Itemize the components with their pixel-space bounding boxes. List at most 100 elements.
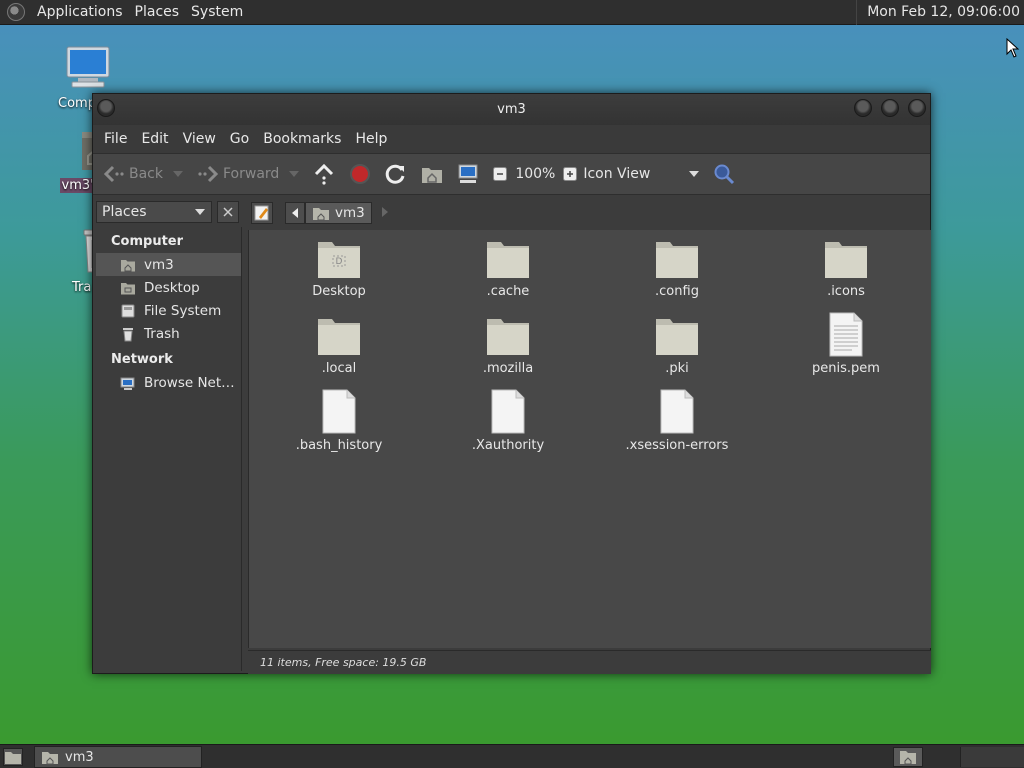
- computer-icon: [458, 164, 478, 183]
- folder-icon: [487, 242, 529, 278]
- svg-text:D: D: [336, 257, 343, 267]
- chevron-left-icon: [292, 208, 298, 218]
- zoom-level[interactable]: 100%: [515, 166, 555, 182]
- titlebar[interactable]: vm3: [93, 94, 930, 125]
- up-button[interactable]: [313, 163, 335, 185]
- network-icon: [120, 377, 135, 390]
- chevron-down-icon[interactable]: [173, 171, 183, 177]
- file-item[interactable]: .icons: [776, 238, 916, 299]
- sidebar-item-label: Desktop: [144, 279, 200, 296]
- view-mode-select[interactable]: Icon View: [583, 166, 700, 182]
- back-button[interactable]: Back: [103, 165, 183, 183]
- sidebar-item-desktop[interactable]: Desktop: [96, 276, 241, 299]
- file-manager-window: vm3 File Edit View Go Bookmarks Help Bac…: [92, 93, 931, 674]
- menubar: File Edit View Go Bookmarks Help: [93, 125, 930, 153]
- file-item[interactable]: .Xauthority: [438, 389, 578, 453]
- file-item[interactable]: .config: [607, 238, 747, 299]
- menu-bookmarks[interactable]: Bookmarks: [256, 131, 348, 147]
- file-item[interactable]: penis.pem: [776, 312, 916, 376]
- edit-location-button[interactable]: [251, 202, 273, 224]
- distro-logo-icon[interactable]: [7, 3, 25, 21]
- mouse-cursor-icon: [1006, 38, 1020, 58]
- chevron-down-icon[interactable]: [289, 171, 300, 177]
- stop-icon: [350, 164, 371, 184]
- taskbar-item-vm3[interactable]: vm3: [34, 746, 202, 768]
- file-item[interactable]: .mozilla: [438, 315, 578, 376]
- forward-button[interactable]: Forward: [197, 165, 300, 183]
- file-icon: [491, 389, 525, 434]
- file-item[interactable]: .cache: [438, 238, 578, 299]
- file-icon: [322, 389, 356, 434]
- sidebar-item-browse-network[interactable]: Browse Net…: [96, 371, 241, 394]
- home-button[interactable]: [421, 164, 443, 184]
- view-mode-label: Icon View: [583, 166, 651, 182]
- file-item[interactable]: .xsession-errors: [607, 389, 747, 453]
- menu-edit[interactable]: Edit: [134, 131, 175, 147]
- file-view[interactable]: D Desktop .cache .config .icons .local .…: [248, 230, 931, 648]
- minimize-button[interactable]: [854, 99, 872, 117]
- sidebar-section-network: Network: [111, 352, 173, 367]
- close-button[interactable]: [908, 99, 926, 117]
- desktop-icon: [121, 282, 135, 294]
- workspace-1[interactable]: [893, 747, 923, 767]
- menu-go[interactable]: Go: [223, 131, 256, 147]
- places-menu[interactable]: Places: [129, 4, 186, 20]
- path-scroll-right-button[interactable]: [381, 206, 388, 220]
- workspace-2[interactable]: [960, 747, 1024, 767]
- maximize-button[interactable]: [881, 99, 899, 117]
- arrow-right-icon: [198, 165, 219, 183]
- sidebar-item-label: vm3: [144, 256, 174, 273]
- desktop-icon: [5, 752, 21, 764]
- search-icon: [714, 164, 735, 185]
- sidebar: Computer vm3 Desktop File System Trash N…: [96, 227, 242, 671]
- sidebar-item-trash[interactable]: Trash: [96, 322, 241, 345]
- folder-icon: [487, 319, 529, 355]
- file-item[interactable]: .pki: [607, 315, 747, 376]
- home-folder-icon: [900, 751, 916, 765]
- window-menu-button[interactable]: [97, 99, 115, 117]
- sidebar-section-computer: Computer: [111, 234, 184, 249]
- pencil-icon: [254, 205, 269, 221]
- chevron-down-icon: [689, 171, 700, 177]
- computer-button[interactable]: [457, 164, 479, 184]
- applications-menu[interactable]: Applications: [31, 4, 129, 20]
- folder-icon: [656, 242, 698, 278]
- home-icon: [121, 259, 135, 271]
- reload-icon: [386, 164, 405, 184]
- system-menu[interactable]: System: [185, 4, 249, 20]
- path-crumb-vm3[interactable]: vm3: [305, 202, 372, 224]
- menu-view[interactable]: View: [176, 131, 223, 147]
- path-scroll-left-button[interactable]: [285, 202, 305, 224]
- chevron-down-icon: [195, 209, 205, 215]
- arrow-up-icon: [315, 163, 334, 185]
- close-icon: [223, 207, 233, 217]
- file-item[interactable]: .local: [269, 315, 409, 376]
- chevron-right-icon: [381, 207, 388, 217]
- menu-help[interactable]: Help: [348, 131, 394, 147]
- reload-button[interactable]: [385, 163, 407, 185]
- show-desktop-button[interactable]: [3, 748, 23, 766]
- top-menu: Applications Places System: [0, 0, 249, 25]
- menu-file[interactable]: File: [97, 131, 134, 147]
- search-button[interactable]: [713, 163, 735, 185]
- stop-button[interactable]: [349, 163, 371, 185]
- zoom-out-button[interactable]: [493, 167, 508, 181]
- sidebar-header: Places: [96, 198, 241, 224]
- file-name: .cache: [486, 284, 530, 299]
- sidebar-item-file-system[interactable]: File System: [96, 299, 241, 322]
- zoom-in-button[interactable]: [563, 167, 578, 181]
- window-title: vm3: [497, 102, 526, 117]
- file-icon: [660, 389, 694, 434]
- file-item[interactable]: .bash_history: [269, 389, 409, 453]
- file-name: .bash_history: [295, 438, 383, 453]
- trash-icon: [123, 327, 133, 341]
- file-item[interactable]: D Desktop: [269, 238, 409, 299]
- file-name: .xsession-errors: [625, 438, 729, 453]
- sidebar-item-vm3[interactable]: vm3: [96, 253, 241, 276]
- status-bar: 11 items, Free space: 19.5 GB: [248, 650, 931, 674]
- home-icon: [422, 168, 443, 183]
- file-name: .icons: [827, 284, 865, 299]
- sidebar-type-select[interactable]: Places: [96, 201, 212, 223]
- clock[interactable]: Mon Feb 12, 09:06:00: [856, 0, 1024, 25]
- sidebar-close-button[interactable]: [217, 201, 239, 223]
